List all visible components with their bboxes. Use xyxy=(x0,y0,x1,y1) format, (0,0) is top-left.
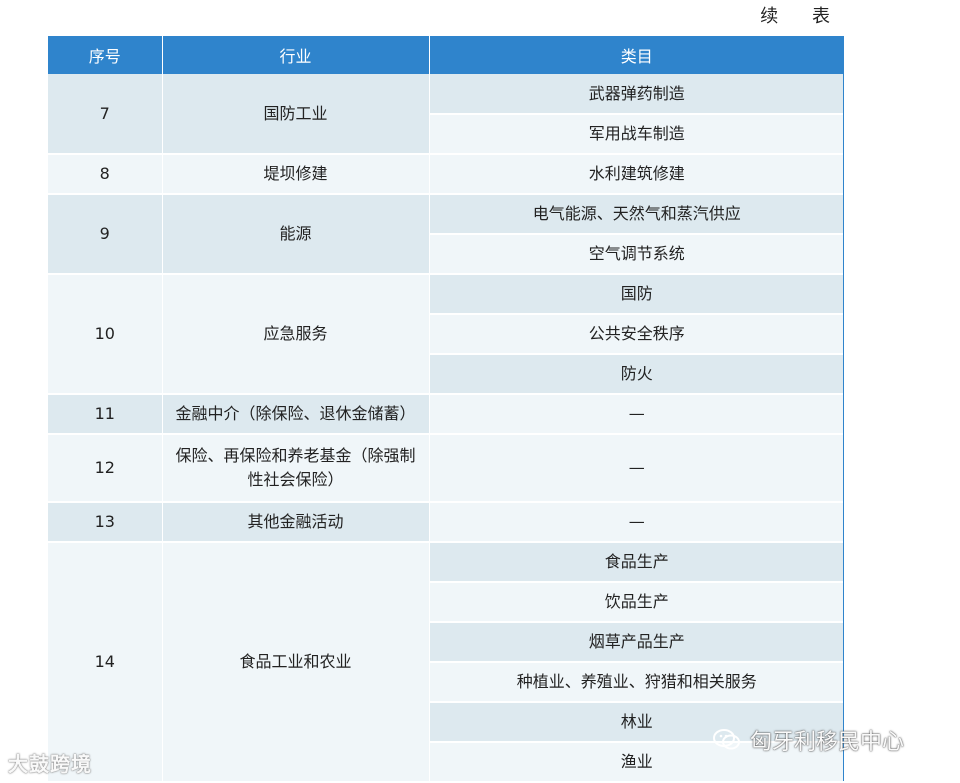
watermark-right: 匈牙利移民中心 xyxy=(712,724,904,756)
header-industry: 行业 xyxy=(162,36,430,74)
row-category: 食品生产 xyxy=(429,542,844,583)
row-category: 水利建筑修建 xyxy=(429,154,844,195)
watermark-right-text: 匈牙利移民中心 xyxy=(750,730,905,755)
row-number: 12 xyxy=(48,434,163,503)
row-number: 7 xyxy=(48,74,163,155)
industry-table: 序号 行业 类目 7 国防工业 武器弹药制造 军用战车制造 8 堤坝修建 水利建… xyxy=(48,36,844,783)
row-industry: 保险、再保险和养老基金（除强制性社会保险） xyxy=(162,434,430,503)
header-category: 类目 xyxy=(429,36,844,74)
row-industry: 食品工业和农业 xyxy=(162,542,430,783)
row-category: 饮品生产 xyxy=(429,582,844,623)
row-category: 公共安全秩序 xyxy=(429,314,844,355)
row-number: 9 xyxy=(48,194,163,275)
row-category: — xyxy=(429,394,844,435)
row-category: 电气能源、天然气和蒸汽供应 xyxy=(429,194,844,235)
table-row: 10 应急服务 国防 xyxy=(48,274,844,395)
header-no: 序号 xyxy=(48,36,163,74)
watermark-left: 大鼓跨境 xyxy=(8,752,92,776)
continued-label: 续 表 xyxy=(760,6,844,27)
wechat-icon xyxy=(712,727,742,753)
row-industry: 应急服务 xyxy=(162,274,430,395)
row-industry: 其他金融活动 xyxy=(162,502,430,543)
table-row: 8 堤坝修建 水利建筑修建 xyxy=(48,154,844,195)
row-category: — xyxy=(429,434,844,503)
row-category: 种植业、养殖业、狩猎和相关服务 xyxy=(429,662,844,703)
table-row: 14 食品工业和农业 食品生产 xyxy=(48,542,844,783)
row-number: 8 xyxy=(48,154,163,195)
row-number: 11 xyxy=(48,394,163,435)
row-number: 14 xyxy=(48,542,163,783)
row-category: 防火 xyxy=(429,354,844,395)
table-row: 11 金融中介（除保险、退休金储蓄） — xyxy=(48,394,844,435)
row-industry: 金融中介（除保险、退休金储蓄） xyxy=(162,394,430,435)
table-row: 13 其他金融活动 — xyxy=(48,502,844,543)
table-row: 9 能源 电气能源、天然气和蒸汽供应 xyxy=(48,194,844,275)
row-category: 武器弹药制造 xyxy=(429,74,844,115)
table-row: 12 保险、再保险和养老基金（除强制性社会保险） — xyxy=(48,434,844,503)
row-category: 国防 xyxy=(429,274,844,315)
table-right-border xyxy=(843,36,844,781)
row-category: — xyxy=(429,502,844,543)
row-category: 军用战车制造 xyxy=(429,114,844,155)
row-industry: 堤坝修建 xyxy=(162,154,430,195)
row-industry: 国防工业 xyxy=(162,74,430,155)
row-number: 10 xyxy=(48,274,163,395)
row-industry: 能源 xyxy=(162,194,430,275)
row-category: 烟草产品生产 xyxy=(429,622,844,663)
table-row: 7 国防工业 武器弹药制造 xyxy=(48,74,844,155)
row-category: 空气调节系统 xyxy=(429,234,844,275)
row-number: 13 xyxy=(48,502,163,543)
table-header-row: 序号 行业 类目 xyxy=(48,36,844,74)
